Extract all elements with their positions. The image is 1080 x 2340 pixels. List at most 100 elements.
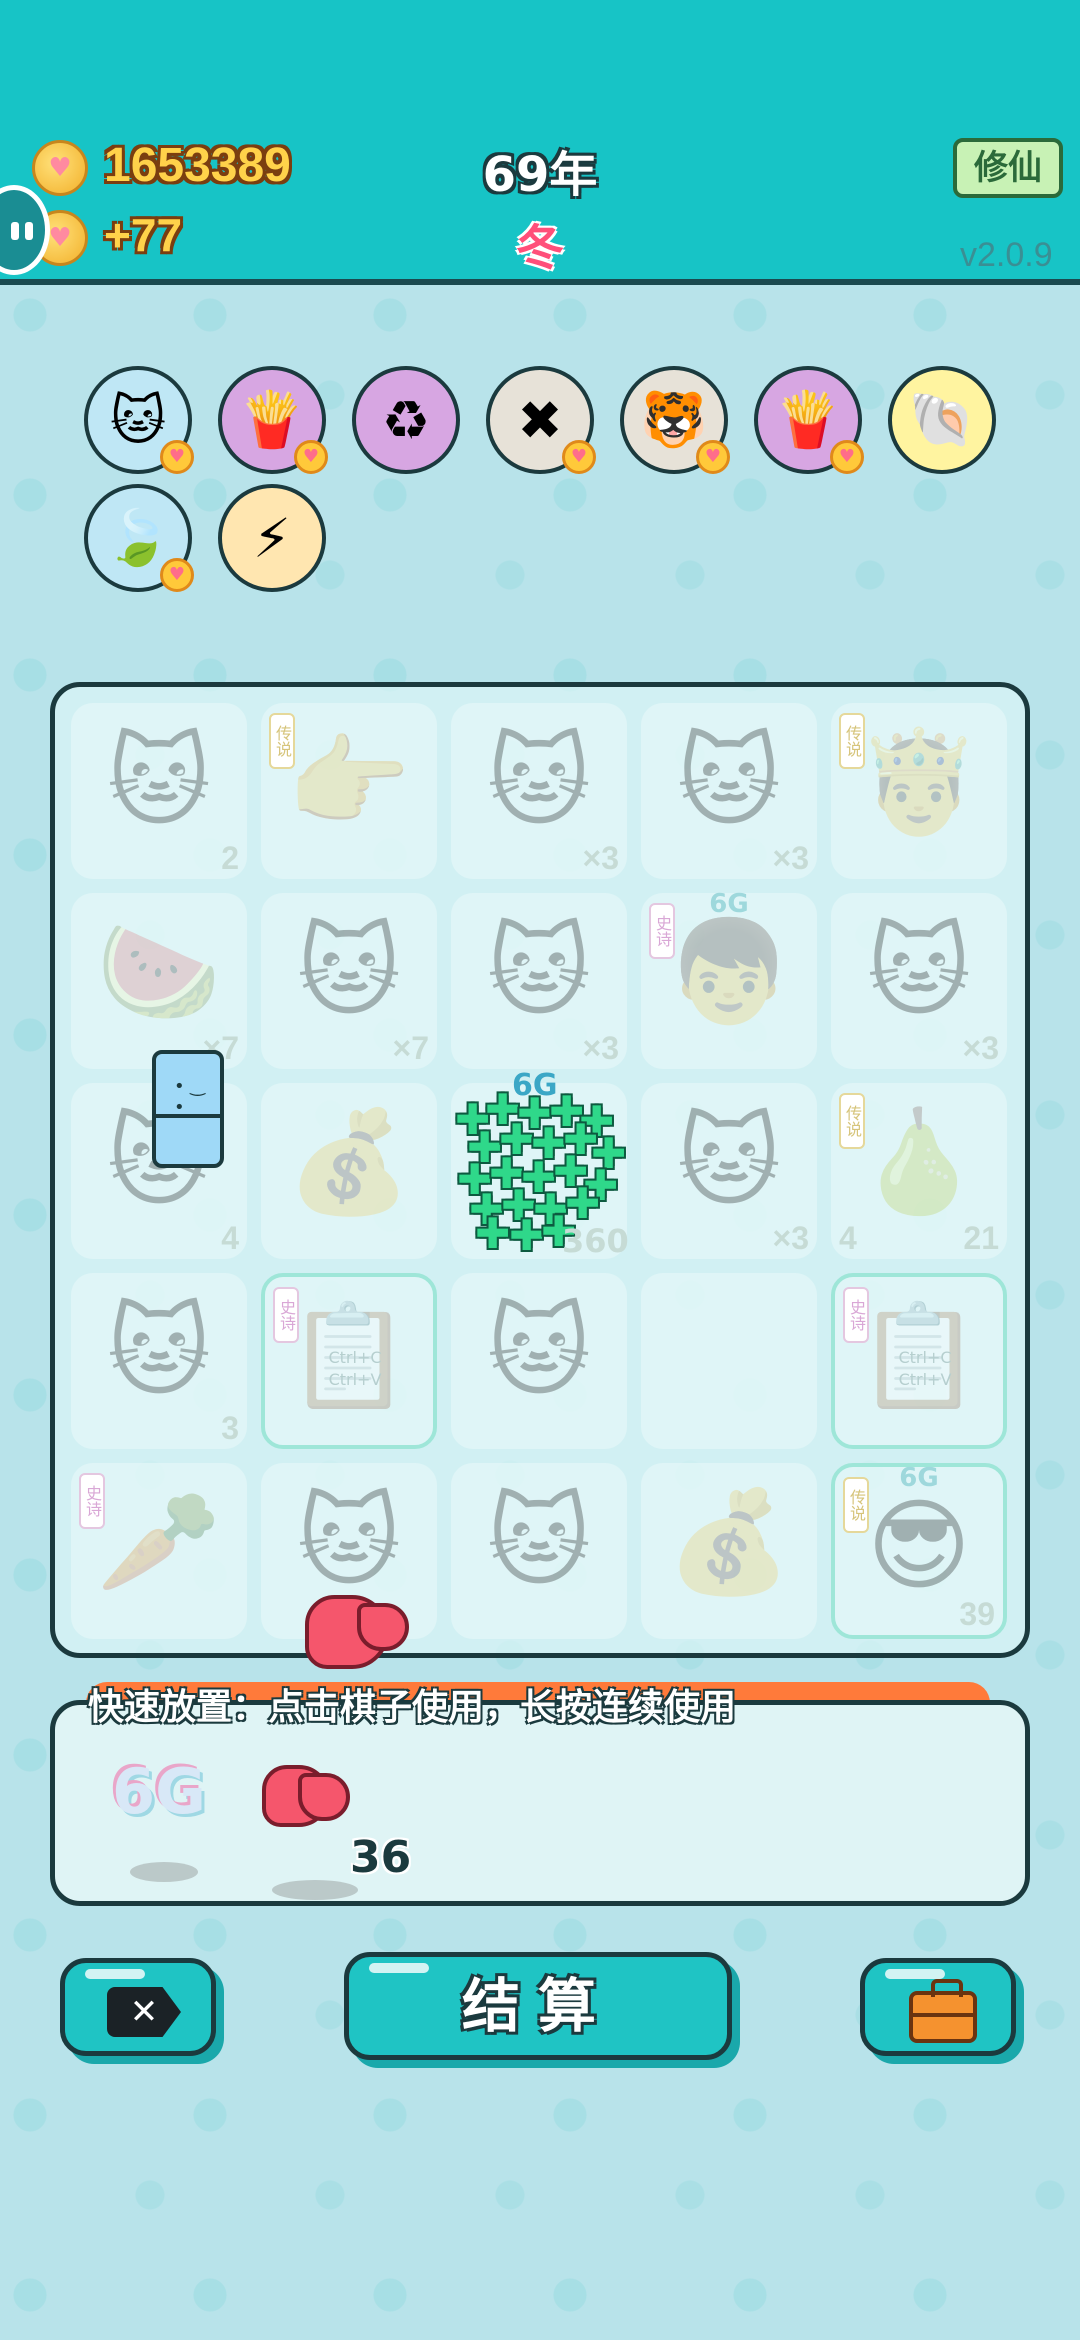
season-label: 冬	[515, 220, 564, 276]
copy-paste-label: Ctrl+C Ctrl+V	[898, 1348, 952, 1389]
piece-count: 3	[221, 1410, 239, 1446]
board-cell[interactable]: 🐱 ×7	[261, 893, 437, 1069]
rarity-tag: 史诗	[79, 1473, 105, 1529]
item-tiger-faces[interactable]: 🐯 ♥	[620, 366, 730, 474]
top-bar: 1653389 +77 69年 冬 修仙 v2.0.9	[0, 0, 1080, 285]
leaf-with-heart-icon: 🍃	[104, 506, 172, 569]
piece-icon: 🐱	[486, 723, 592, 840]
delete-tag-with-heart-icon: ✖	[517, 388, 563, 452]
piece-count: ×3	[772, 1220, 809, 1256]
rarity-tag: 史诗	[843, 1287, 869, 1343]
piece-left-count: 4	[839, 1220, 857, 1256]
piece-count: ×3	[962, 1030, 999, 1066]
piece-icon: 🐱	[486, 1293, 592, 1410]
item-shell[interactable]: 🐚	[888, 366, 996, 474]
clover-icon: ✚	[509, 1211, 545, 1260]
board-cell[interactable]: 👉 传说	[261, 703, 437, 879]
tiger-faces-icon: 🐯	[640, 388, 708, 451]
board-cell[interactable]: 📋 史诗 Ctrl+C Ctrl+V	[261, 1273, 437, 1449]
version-label: v2.0.9	[960, 236, 1053, 274]
piece-icon: 💰	[666, 1483, 792, 1600]
g6-label: 6G	[709, 889, 749, 919]
board-cell[interactable]: 🐱 ×3	[831, 893, 1007, 1069]
piece-count: 2	[221, 840, 239, 876]
briefcase-icon	[909, 1979, 977, 2043]
fries-with-heart-icon: 🍟	[238, 388, 306, 451]
item-recycle[interactable]: ♻	[352, 366, 460, 474]
clover-pile[interactable]: ✚ ✚ ✚ ✚ ✚ ✚ ✚ ✚ ✚ ✚ ✚ ✚ ✚ ✚ ✚ ✚ ✚ ✚ ✚ ✚ ✚ ✚	[455, 1085, 626, 1260]
item-leaf-with-heart[interactable]: 🍃 ♥	[84, 484, 194, 592]
settle-button[interactable]: 结算	[344, 1952, 732, 2060]
piece-count: 39	[959, 1596, 995, 1632]
copy-paste-label: Ctrl+C Ctrl+V	[328, 1348, 382, 1389]
item-cat-with-heart[interactable]: 🐱 ♥	[84, 366, 194, 474]
heart-badge-icon: ♥	[562, 440, 596, 474]
item-fries-with-heart[interactable]: 🍟 ♥	[218, 366, 328, 474]
year-label: 69年	[482, 147, 598, 203]
heart-badge-icon: ♥	[160, 558, 194, 592]
piece-icon: 🐱	[486, 1483, 592, 1600]
piece-icon: 🍉	[96, 913, 222, 1030]
clover-icon: ✚	[475, 1209, 511, 1258]
rarity-tag: 传说	[269, 713, 295, 769]
piece-count: ×7	[392, 1030, 429, 1066]
board-cell[interactable]: 👦 史诗 6G	[641, 889, 817, 1069]
board-cell[interactable]: 😎 传说 6G 39	[831, 1463, 1007, 1639]
piece-icon: 🐱	[106, 1293, 212, 1410]
board-cell[interactable]: 🤴 传说	[831, 703, 1007, 879]
piece-count: 21	[963, 1220, 999, 1256]
piece-count: 4	[221, 1220, 239, 1256]
hint-text: 快速放置：点击棋子使用，长按连续使用	[88, 1687, 737, 1728]
piece-icon: 💰	[286, 1103, 412, 1220]
piece-icon: 🐱	[106, 723, 212, 840]
item-fries-with-heart-2[interactable]: 🍟 ♥	[754, 366, 864, 474]
rarity-tag: 传说	[839, 713, 865, 769]
piece-icon: 🐱	[866, 913, 972, 1030]
board-cell[interactable]: 🐱 ×3	[641, 703, 817, 879]
fridge-piece[interactable]: • ‿ •	[152, 1050, 224, 1168]
board-cell[interactable]: 🍐 传说 21 4	[831, 1083, 1007, 1259]
item-delete-tag-with-heart[interactable]: ✖ ♥	[486, 366, 596, 474]
board-cell[interactable]: 🥕 史诗	[71, 1463, 247, 1639]
center-count: 360	[562, 1222, 629, 1260]
shell-icon: 🐚	[908, 388, 976, 451]
board-cell[interactable]: 🐱	[451, 1463, 627, 1639]
board-cell[interactable]: 🐱 ×3	[451, 703, 627, 879]
heart-badge-icon: ♥	[160, 440, 194, 474]
piece-icon: 🐱	[296, 1483, 402, 1600]
tray-6g-piece[interactable]: 6G	[112, 1755, 206, 1828]
lightning-icon: ⚡	[253, 506, 291, 570]
board-cell[interactable]: 💰	[641, 1463, 817, 1639]
board-cell[interactable]: 📋 史诗 Ctrl+C Ctrl+V	[831, 1273, 1007, 1449]
board-cell[interactable]	[641, 1273, 817, 1449]
cat-with-heart-icon: 🐱	[109, 388, 167, 452]
board-cell[interactable]: 🍉 ×7	[71, 893, 247, 1069]
piece-icon: 🐱	[676, 1103, 782, 1220]
piece-count: ×3	[772, 840, 809, 876]
inventory-button[interactable]	[860, 1958, 1016, 2056]
rarity-tag: 史诗	[273, 1287, 299, 1343]
board-cell[interactable]: 🐱	[451, 1273, 627, 1449]
rarity-tag: 传说	[839, 1093, 865, 1149]
liver-piece-dragging[interactable]	[305, 1595, 409, 1669]
board-cell[interactable]: 🐱 2	[71, 703, 247, 879]
settle-label: 结算	[461, 1972, 614, 2040]
board-cell[interactable]: 🐱 ×3	[451, 893, 627, 1069]
heart-badge-icon: ♥	[830, 440, 864, 474]
cultivate-button[interactable]: 修仙	[953, 138, 1063, 198]
piece-icon: 🐱	[486, 913, 592, 1030]
tray-liver-piece[interactable]	[262, 1765, 350, 1827]
piece-icon: 🐱	[296, 913, 402, 1030]
recycle-icon: ♻	[381, 388, 431, 452]
item-lightning[interactable]: ⚡	[218, 484, 326, 592]
heart-badge-icon: ♥	[696, 440, 730, 474]
piece-count: ×3	[582, 1030, 619, 1066]
board-cell[interactable]: 🐱 ×3	[641, 1083, 817, 1259]
board-cell[interactable]: 🐱 3	[71, 1273, 247, 1449]
board-cell[interactable]: 💰	[261, 1083, 437, 1259]
tray-shadow	[130, 1862, 198, 1882]
piece-icon: 🐱	[676, 723, 782, 840]
delete-button[interactable]: ✕	[60, 1958, 216, 2056]
g6-label: 6G	[899, 1463, 939, 1493]
delete-icon: ✕	[107, 1987, 181, 2037]
